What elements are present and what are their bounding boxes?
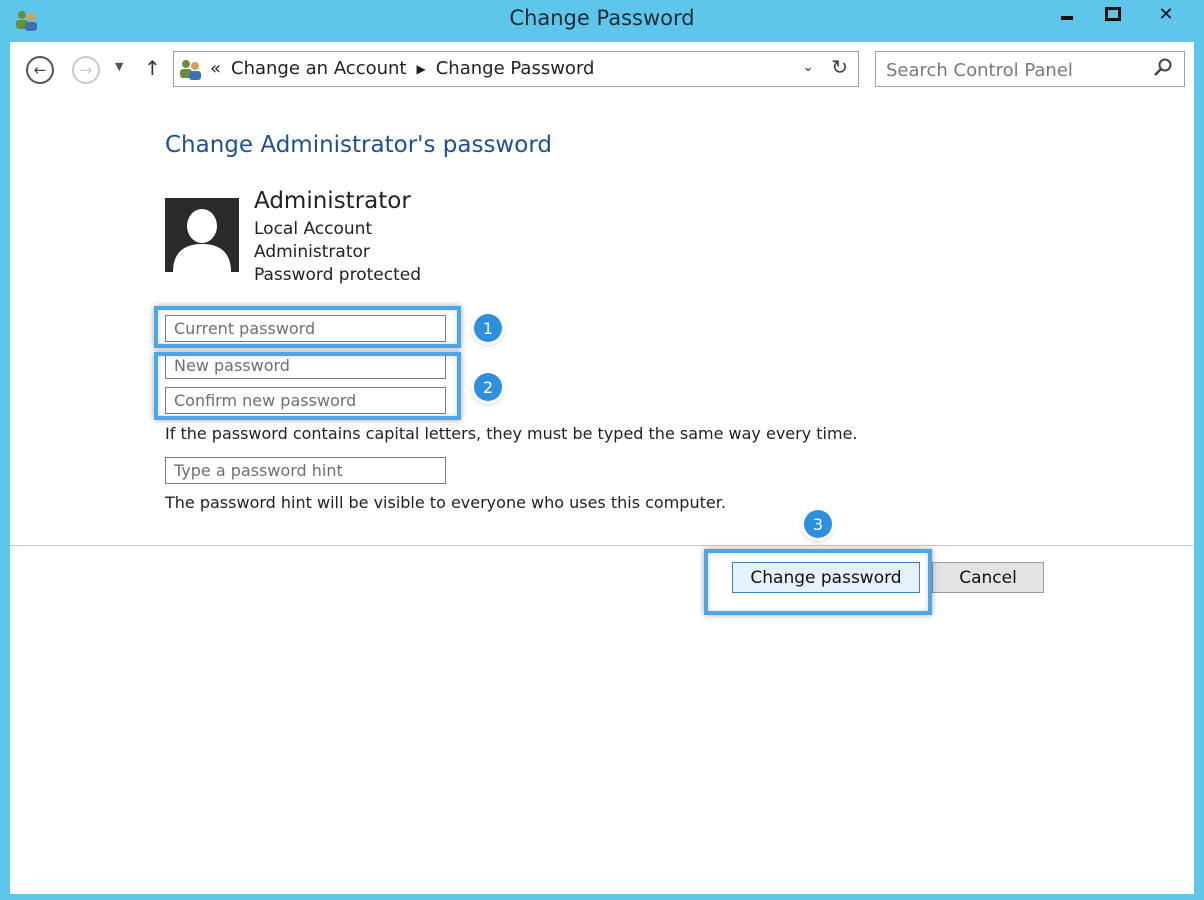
recent-locations-button[interactable]: ▼ (115, 60, 123, 73)
password-hint-note: The password hint will be visible to eve… (165, 493, 726, 512)
maximize-button[interactable] (1090, 0, 1136, 28)
new-password-field[interactable] (165, 352, 446, 379)
chevron-down-icon: ⌄ (802, 59, 814, 75)
avatar (165, 198, 239, 272)
close-icon: ✕ (1158, 3, 1174, 25)
breadcrumb-separator-icon[interactable]: ▶ (417, 62, 426, 76)
chevron-down-icon: ▼ (115, 60, 124, 73)
breadcrumb-change-password[interactable]: Change Password (436, 58, 595, 79)
confirm-password-field[interactable] (165, 387, 446, 414)
divider (10, 545, 1194, 546)
user-silhouette-icon (165, 198, 239, 272)
search-input[interactable] (884, 58, 1148, 82)
back-button[interactable]: ← (26, 56, 54, 84)
address-dropdown-button[interactable]: ⌄ (802, 59, 814, 75)
breadcrumb-change-an-account[interactable]: Change an Account (231, 58, 406, 79)
address-bar[interactable]: « Change an Account ▶ Change Password ⌄ … (173, 51, 859, 87)
account-name: Administrator (254, 188, 411, 214)
step-3-badge: 3 (804, 510, 832, 538)
back-arrow-icon: ← (33, 61, 47, 79)
step-1-badge: 1 (474, 314, 502, 342)
breadcrumb: « Change an Account ▶ Change Password (210, 58, 594, 79)
forward-button[interactable]: → (72, 56, 100, 84)
search-box[interactable] (875, 51, 1185, 87)
refresh-button[interactable]: ↻ (831, 55, 848, 79)
cancel-button[interactable]: Cancel (932, 562, 1044, 593)
window-client-area: ← → ▼ ↑ « Change an Account ▶ Change Pas… (10, 42, 1194, 894)
up-button[interactable]: ↑ (144, 56, 161, 80)
refresh-icon: ↻ (831, 55, 848, 79)
forward-arrow-icon: → (79, 61, 93, 79)
password-hint-field[interactable] (165, 457, 446, 484)
window-controls: ✕ (1044, 0, 1196, 28)
change-password-button[interactable]: Change password (732, 562, 920, 593)
minimize-button[interactable] (1044, 0, 1090, 28)
capital-letters-note: If the password contains capital letters… (165, 424, 858, 443)
search-icon[interactable] (1152, 57, 1174, 79)
users-icon (180, 60, 201, 80)
current-password-field[interactable] (165, 315, 446, 342)
account-role: Administrator (254, 242, 370, 262)
step-2-badge: 2 (474, 373, 502, 401)
breadcrumb-overflow[interactable]: « (210, 58, 221, 79)
up-arrow-icon: ↑ (144, 56, 161, 80)
window-title: Change Password (509, 6, 695, 30)
close-button[interactable]: ✕ (1136, 0, 1196, 28)
title-bar: Change Password ✕ (0, 0, 1204, 42)
account-status: Password protected (254, 265, 422, 285)
account-type: Local Account (254, 219, 373, 239)
page-title: Change Administrator's password (165, 132, 552, 158)
